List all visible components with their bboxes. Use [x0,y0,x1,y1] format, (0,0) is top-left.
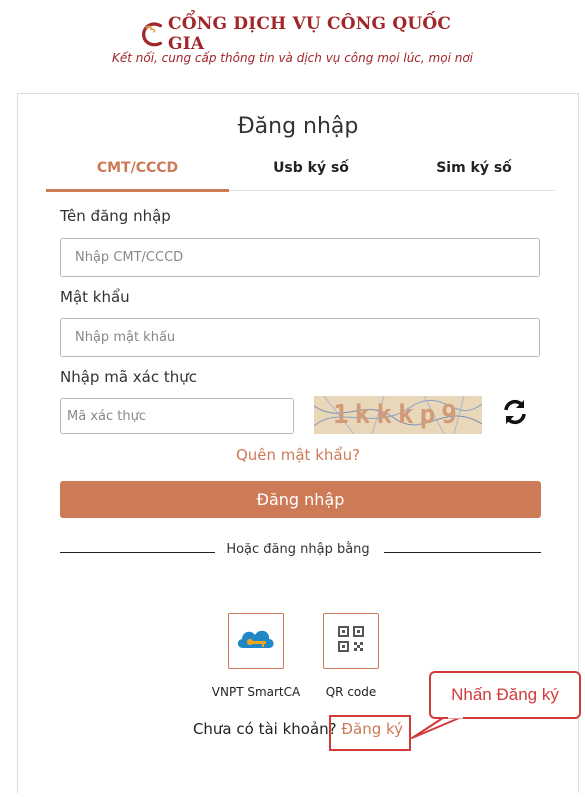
vnpt-smartca-label: VNPT SmartCA [211,685,301,699]
tab-cmt-cccd[interactable]: CMT/CCCD [46,156,229,192]
annotation-callout: Nhấn Đăng ký [429,671,581,719]
tab-sim-ky-so[interactable]: Sim ký số [393,156,555,189]
signup-row: Chưa có tài khoản? Đăng ký [18,720,578,738]
captcha-code: 1kkkp9 [333,400,463,430]
password-label: Mật khẩu [60,288,130,306]
vnpt-smartca-button[interactable] [228,613,284,669]
username-label: Tên đăng nhập [60,207,171,225]
password-input[interactable] [60,318,540,357]
national-logo-icon [142,22,163,47]
site-tagline: Kết nối, cung cấp thông tin và dịch vụ c… [112,51,473,65]
divider-right [384,552,541,553]
login-tabs: CMT/CCCD Usb ký số Sim ký số [46,156,555,192]
signup-prompt: Chưa có tài khoản? [192,720,337,738]
qr-code-icon [338,626,364,652]
captcha-label: Nhập mã xác thực [60,368,198,386]
username-input[interactable] [60,238,540,277]
site-title-text: CỔNG DỊCH VỤ CÔNG QUỐC GIA [167,14,452,54]
vnpt-smartca-icon [237,630,274,648]
qr-code-label: QR code [325,685,377,699]
qr-code-button[interactable] [323,613,379,669]
forgot-password-link[interactable]: Quên mật khẩu? [18,446,578,464]
captcha-input[interactable] [60,398,294,434]
signup-highlight-box [329,715,411,751]
login-title: Đăng nhập [237,114,359,139]
login-button[interactable]: Đăng nhập [60,481,541,518]
tab-usb-ky-so[interactable]: Usb ký số [229,156,393,189]
site-header: CỔNG DỊCH VỤ CÔNG QUỐC GIA Kết nối, cung… [0,0,585,80]
captcha-image: 1kkkp9 [314,396,482,434]
site-title[interactable]: CỔNG DỊCH VỤ CÔNG QUỐC GIA [140,14,470,54]
refresh-captcha-icon[interactable] [500,397,530,427]
alt-login-divider: Hoặc đăng nhập bằng [226,542,370,557]
